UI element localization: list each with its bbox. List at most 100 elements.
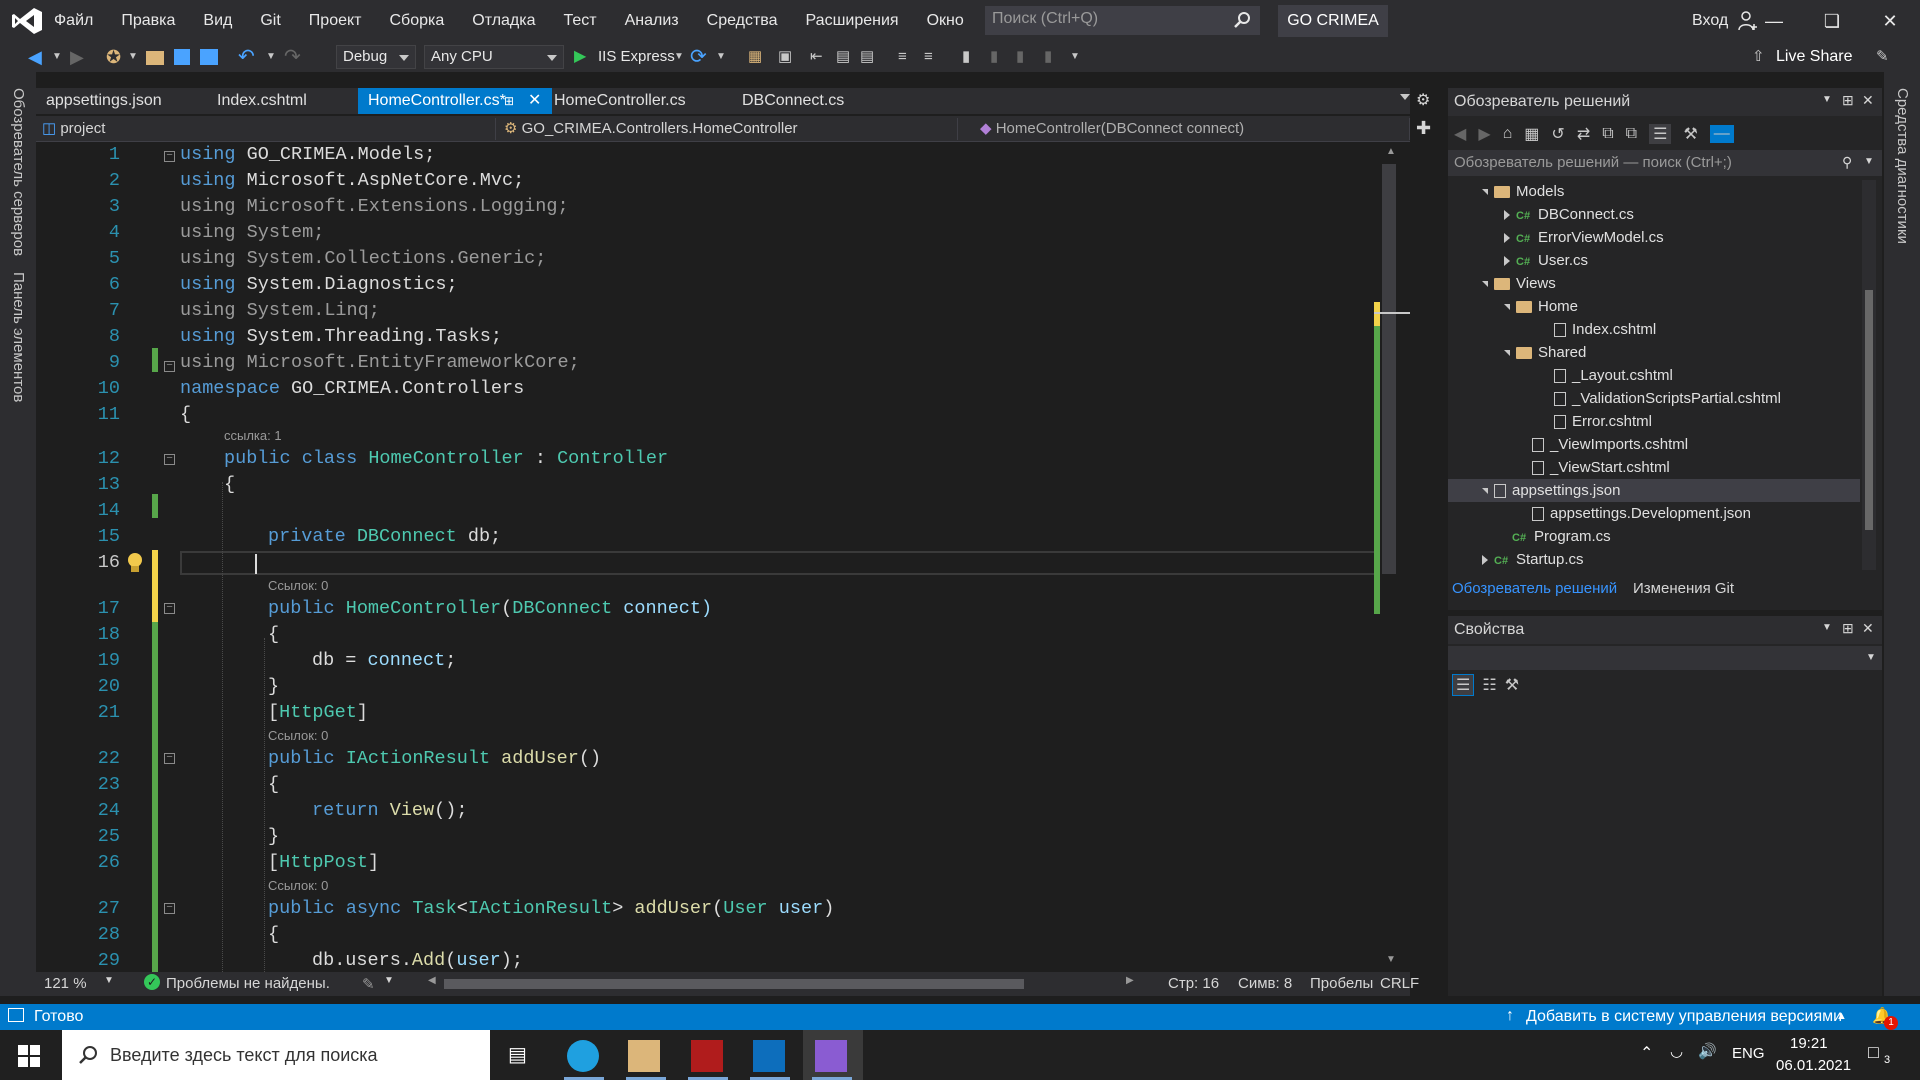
platform-select[interactable]: Any CPU — [424, 45, 564, 69]
show-all-files-icon[interactable]: ⧉ — [1626, 125, 1637, 143]
lightbulb-icon[interactable] — [124, 550, 146, 576]
collapsed-arrow-icon[interactable] — [1504, 256, 1510, 267]
refresh-dropdown-icon[interactable]: ▼ — [716, 47, 726, 67]
file-explorer-icon[interactable] — [628, 1040, 660, 1072]
navigate-icon[interactable]: ⇤ — [810, 47, 823, 67]
tab-homecontroller-modified[interactable]: HomeController.cs* ⊞ ✕ — [358, 88, 552, 114]
live-share-button[interactable]: Live Share — [1776, 45, 1853, 69]
forward-icon[interactable]: ▶ — [1478, 124, 1490, 144]
prev-bookmark-icon[interactable]: ▮ — [990, 47, 998, 67]
windows-start-icon[interactable] — [18, 1045, 40, 1067]
search-icon[interactable]: ⚲ — [1842, 154, 1852, 171]
member-dropdown[interactable]: ◆ HomeController(DBConnect connect) — [960, 118, 1410, 140]
toolbox-tab[interactable]: Панель элементов — [10, 272, 27, 402]
tree-folder-home[interactable]: Home — [1504, 295, 1578, 318]
tree-file[interactable]: _ViewImports.cshtml — [1532, 433, 1688, 456]
expand-arrow-icon[interactable] — [1504, 304, 1510, 311]
tree-folder-shared[interactable]: Shared — [1504, 341, 1586, 364]
search-options-icon[interactable]: ▼ — [1864, 156, 1874, 167]
home-icon[interactable]: ⌂ — [1503, 125, 1513, 143]
save-all-icon[interactable] — [200, 49, 218, 65]
browser-link-icon[interactable]: ▦ — [748, 47, 762, 67]
tree-file[interactable]: _ValidationScriptsPartial.cshtml — [1554, 387, 1781, 410]
clock-time[interactable]: 19:21 — [1790, 1035, 1828, 1052]
undo-dropdown-icon[interactable]: ▼ — [266, 47, 276, 67]
tree-file[interactable]: C# ErrorViewModel.cs — [1504, 226, 1664, 249]
server-explorer-tab[interactable]: Обозреватель серверов — [10, 88, 27, 256]
tree-folder-views[interactable]: Views — [1482, 272, 1556, 295]
codelens-references[interactable]: ссылка: 1 — [224, 428, 282, 443]
indent-icon[interactable]: ≡ — [898, 47, 907, 67]
gear-icon[interactable]: ⚙ — [1416, 90, 1430, 110]
language-indicator[interactable]: ENG — [1732, 1045, 1765, 1062]
outdent-icon[interactable]: ≡ — [924, 47, 933, 67]
close-panel-icon[interactable]: ✕ — [1862, 620, 1874, 637]
collapse-all-icon[interactable]: ⧉ — [1602, 125, 1613, 143]
codelens-references[interactable]: Ссылок: 0 — [268, 578, 328, 593]
close-window-button[interactable]: ✕ — [1861, 0, 1919, 42]
minimize-button[interactable]: — — [1745, 0, 1803, 42]
tree-file[interactable]: Index.cshtml — [1554, 318, 1656, 341]
wifi-icon[interactable]: ◡ — [1670, 1042, 1683, 1060]
back-icon[interactable]: ◀ — [28, 47, 42, 67]
menu-window[interactable]: Окно — [913, 0, 978, 42]
bookmark-icon[interactable]: ▮ — [962, 47, 970, 67]
next-bookmark-icon[interactable]: ▮ — [1016, 47, 1024, 67]
panel-menu-icon[interactable]: ▼ — [1822, 94, 1832, 105]
editor-vertical-scrollbar[interactable]: ▲ ▼ — [1374, 142, 1410, 972]
collapse-icon[interactable]: − — [164, 361, 175, 372]
tree-file-selected[interactable]: appsettings.json — [1482, 479, 1620, 502]
configuration-select[interactable]: Debug — [336, 45, 416, 69]
new-project-icon[interactable]: ✪ — [106, 47, 121, 67]
pin-icon[interactable]: ⊞ — [504, 88, 514, 114]
refresh-icon[interactable]: ⟳ — [690, 47, 707, 67]
whitespace-indicator[interactable]: Пробелы — [1310, 975, 1373, 992]
close-panel-icon[interactable]: ✕ — [1862, 92, 1874, 109]
scroll-down-icon[interactable]: ▼ — [1386, 954, 1396, 965]
tree-scrollbar[interactable] — [1862, 180, 1876, 570]
clear-bookmarks-icon[interactable]: ▮ — [1044, 47, 1052, 67]
code-area[interactable]: − − − − − − 1 2 3 4 5 6 7 8 9 10 11 12 1… — [36, 142, 1410, 972]
chevron-up-icon[interactable]: ▲ — [1836, 1010, 1847, 1022]
menu-build[interactable]: Сборка — [376, 0, 459, 42]
tree-file[interactable]: appsettings.Development.json — [1532, 502, 1751, 525]
feedback-icon[interactable]: ✎ — [1876, 47, 1889, 67]
cleanup-dropdown-icon[interactable]: ▼ — [384, 975, 394, 986]
tree-file[interactable]: C# User.cs — [1504, 249, 1588, 272]
diagnostic-tools-tab[interactable]: Средства диагностики — [1894, 88, 1911, 244]
clock-date[interactable]: 06.01.2021 — [1776, 1057, 1851, 1074]
line-ending-indicator[interactable]: CRLF — [1380, 975, 1419, 992]
codelens-references[interactable]: Ссылок: 0 — [268, 728, 328, 743]
menu-extensions[interactable]: Расширения — [792, 0, 913, 42]
tree-file[interactable]: C# Startup.cs — [1482, 548, 1584, 571]
expand-arrow-icon[interactable] — [1482, 281, 1488, 288]
edge-browser-icon[interactable] — [567, 1040, 599, 1072]
screenshot-icon[interactable]: ▣ — [778, 47, 792, 67]
collapse-icon[interactable]: − — [164, 903, 175, 914]
tab-git-changes[interactable]: Изменения Git — [1633, 580, 1734, 597]
split-editor-icon[interactable]: ✚ — [1416, 118, 1431, 139]
search-icon[interactable] — [1233, 11, 1251, 29]
scroll-left-icon[interactable]: ◀ — [428, 975, 436, 986]
expand-arrow-icon[interactable] — [1482, 488, 1488, 495]
visual-studio-logo-icon[interactable] — [10, 6, 44, 36]
new-dropdown-icon[interactable]: ▼ — [128, 47, 138, 67]
zoom-dropdown-icon[interactable]: ▼ — [104, 975, 114, 986]
solution-search-input[interactable]: Обозреватель решений — поиск (Ctrl+;) — [1448, 150, 1882, 176]
tree-scrollbar-thumb[interactable] — [1865, 290, 1873, 530]
restore-button[interactable]: ❏ — [1803, 0, 1861, 42]
undo-icon[interactable]: ↶ — [238, 47, 255, 67]
tree-file[interactable]: C# Program.cs — [1512, 525, 1611, 548]
project-dropdown[interactable]: ◫ project — [36, 118, 496, 140]
expand-arrow-icon[interactable] — [1482, 189, 1488, 196]
tree-file[interactable]: _ViewStart.cshtml — [1532, 456, 1670, 479]
forward-icon[interactable]: ▶ — [70, 47, 84, 67]
menu-project[interactable]: Проект — [295, 0, 376, 42]
column-indicator[interactable]: Симв: 8 — [1238, 975, 1292, 992]
collapsed-arrow-icon[interactable] — [1482, 555, 1488, 566]
collapsed-arrow-icon[interactable] — [1504, 233, 1510, 244]
menu-edit[interactable]: Правка — [107, 0, 189, 42]
scroll-right-icon[interactable]: ▶ — [1126, 975, 1134, 986]
vscode-icon[interactable] — [753, 1040, 785, 1072]
sync-with-document-icon[interactable]: ☰ — [1649, 124, 1672, 144]
